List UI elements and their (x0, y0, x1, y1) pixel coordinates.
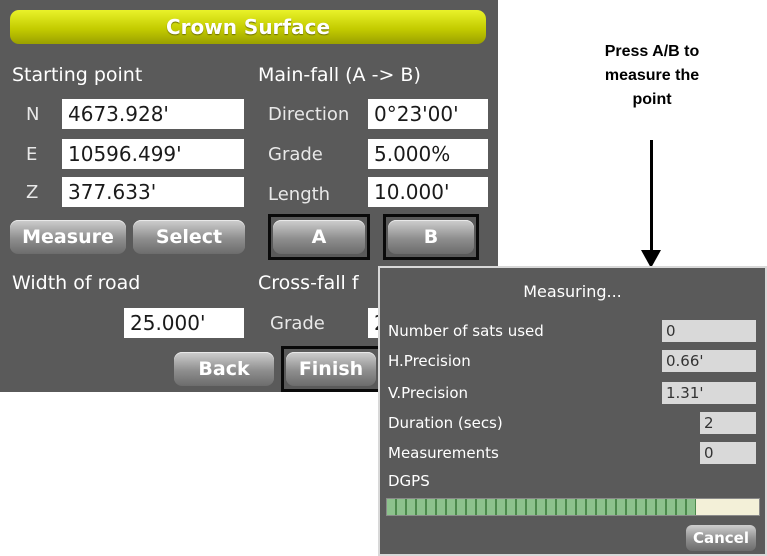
sats-used-value: 0 (662, 320, 756, 342)
n-label: N (26, 104, 40, 125)
sats-used-label: Number of sats used (388, 322, 544, 340)
h-precision-label: H.Precision (388, 352, 471, 370)
direction-field[interactable]: 0°23'00' (368, 99, 488, 129)
z-label: Z (26, 182, 39, 203)
measure-button[interactable]: Measure (10, 220, 126, 254)
cancel-button[interactable]: Cancel (686, 525, 756, 551)
back-button[interactable]: Back (174, 352, 274, 386)
measuring-dialog: Measuring... Number of sats used 0 H.Pre… (378, 266, 767, 556)
cross-fall-grade-label: Grade (270, 313, 325, 334)
dgps-label: DGPS (388, 472, 430, 490)
elevation-field[interactable]: 377.633' (62, 177, 244, 207)
callout-line-2: measure the (604, 67, 700, 84)
starting-point-heading: Starting point (12, 64, 143, 86)
dgps-progress-bar (386, 498, 760, 516)
main-fall-heading: Main-fall (A -> B) (258, 64, 421, 86)
dgps-progress-fill (387, 499, 696, 515)
callout-line-1: Press A/B to (604, 43, 700, 60)
duration-label: Duration (secs) (388, 414, 503, 432)
grade-label: Grade (268, 144, 323, 165)
grade-field[interactable]: 5.000% (368, 139, 488, 169)
cross-fall-label: Cross-fall f (258, 272, 359, 294)
direction-label: Direction (268, 104, 350, 125)
select-button[interactable]: Select (133, 220, 245, 254)
width-of-road-label: Width of road (12, 272, 141, 294)
a-button-highlight (268, 214, 370, 260)
finish-button-highlight (281, 346, 381, 392)
v-precision-label: V.Precision (388, 384, 469, 402)
e-label: E (26, 144, 38, 165)
callout-arrow-shaft (650, 140, 653, 252)
northing-field[interactable]: 4673.928' (62, 99, 244, 129)
h-precision-value: 0.66' (662, 350, 756, 372)
length-field[interactable]: 10.000' (368, 177, 488, 207)
callout-line-3: point (632, 91, 672, 108)
width-of-road-field[interactable]: 25.000' (124, 308, 244, 338)
v-precision-value: 1.31' (662, 382, 756, 404)
dialog-title: Measuring... (523, 282, 622, 301)
measurements-value: 0 (700, 442, 756, 464)
duration-value: 2 (700, 412, 756, 434)
length-label: Length (268, 184, 331, 205)
instruction-callout: Press A/B to measure the point (567, 40, 737, 112)
measurements-label: Measurements (388, 444, 499, 462)
page-title: Crown Surface (10, 10, 486, 44)
easting-field[interactable]: 10596.499' (62, 139, 244, 169)
b-button-highlight (383, 214, 479, 260)
